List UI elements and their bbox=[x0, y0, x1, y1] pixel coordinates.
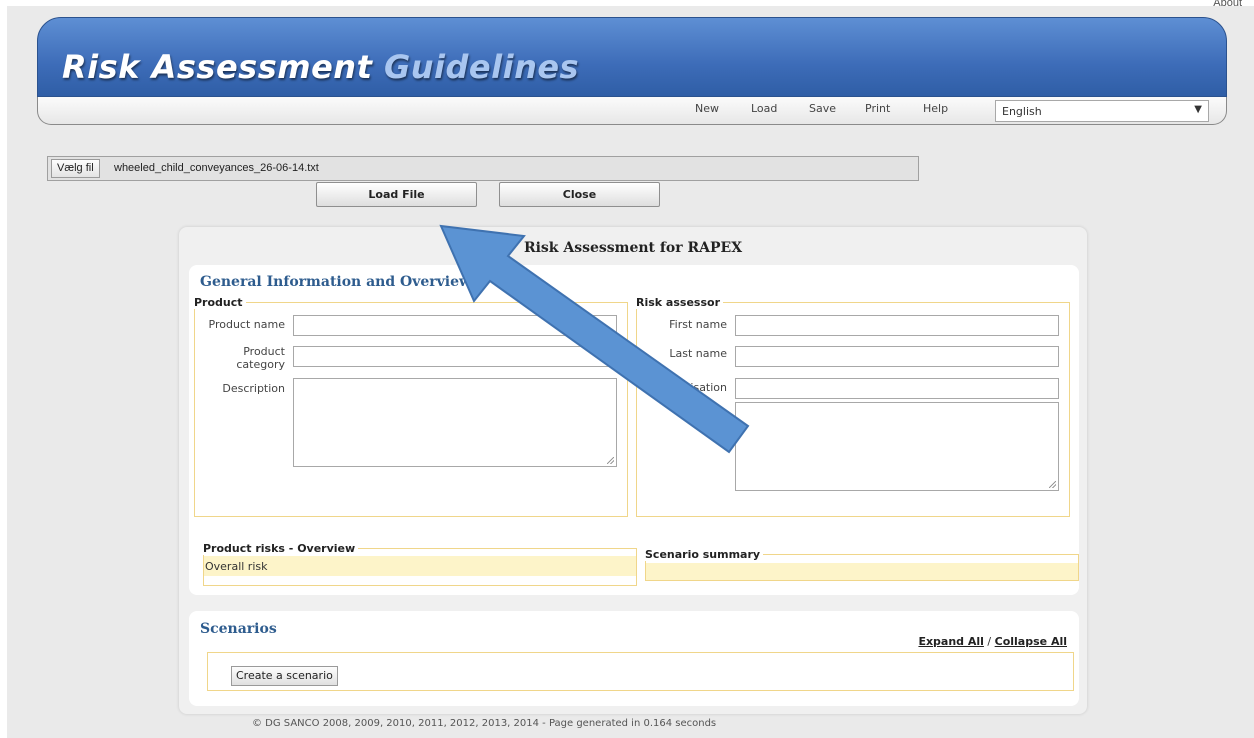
general-information-section: General Information and Overview Product… bbox=[189, 265, 1079, 595]
overall-risk-label: Overall risk bbox=[205, 560, 268, 573]
first-name-input[interactable] bbox=[735, 315, 1059, 336]
scenarios-heading: Scenarios bbox=[200, 621, 277, 637]
page-footer: © DG SANCO 2008, 2009, 2010, 2011, 2012,… bbox=[252, 718, 717, 729]
general-information-heading: General Information and Overview bbox=[200, 274, 472, 290]
chevron-down-icon: ▼ bbox=[1194, 104, 1202, 115]
scenarios-section: Scenarios Expand All / Collapse All Crea… bbox=[189, 611, 1079, 706]
description-textarea[interactable] bbox=[293, 378, 617, 467]
app-title-sub: Guidelines bbox=[384, 48, 580, 86]
menu-load[interactable]: Load bbox=[751, 102, 777, 115]
scenarios-list: Create a scenario bbox=[207, 652, 1074, 691]
close-button[interactable]: Close bbox=[499, 182, 660, 207]
assessor-details-textarea[interactable] bbox=[735, 402, 1059, 491]
product-category-input[interactable] bbox=[293, 346, 617, 367]
scenario-summary-row bbox=[646, 563, 1078, 580]
product-name-label: Product name bbox=[208, 318, 285, 331]
selected-file-name: wheeled_child_conveyances_26-06-14.txt bbox=[114, 162, 319, 174]
about-link[interactable]: About bbox=[1213, 0, 1242, 9]
risk-assessment-panel: Risk Assessment for RAPEX General Inform… bbox=[179, 227, 1087, 714]
file-input[interactable]: Vælg fil wheeled_child_conveyances_26-06… bbox=[47, 156, 919, 181]
app-title-main: Risk Assessment bbox=[62, 48, 384, 86]
risk-assessor-legend: Risk assessor bbox=[636, 296, 723, 309]
scenario-summary-fieldset: Scenario summary bbox=[645, 548, 1079, 581]
product-fieldset: Product Product name Product category De… bbox=[194, 296, 628, 517]
product-name-input[interactable] bbox=[293, 315, 617, 336]
product-risks-fieldset: Product risks - Overview Overall risk bbox=[203, 542, 637, 586]
organisation-input[interactable] bbox=[735, 378, 1059, 399]
last-name-label: Last name bbox=[669, 347, 727, 360]
app-title: Risk Assessment Guidelines bbox=[62, 48, 579, 86]
menu-bar: New Load Save Print Help English ▼ bbox=[37, 97, 1227, 125]
menu-save[interactable]: Save bbox=[809, 102, 836, 115]
risk-assessor-fieldset: Risk assessor First name Last name Organ… bbox=[636, 296, 1070, 517]
language-value: English bbox=[1002, 105, 1042, 118]
create-scenario-button[interactable]: Create a scenario bbox=[231, 666, 338, 686]
expand-collapse-links: Expand All / Collapse All bbox=[918, 635, 1067, 648]
expand-all-link[interactable]: Expand All bbox=[918, 635, 984, 648]
product-legend: Product bbox=[194, 296, 246, 309]
description-label: Description bbox=[222, 382, 285, 395]
scenario-summary-legend: Scenario summary bbox=[645, 548, 764, 561]
collapse-all-link[interactable]: Collapse All bbox=[995, 635, 1067, 648]
resize-grip-icon[interactable] bbox=[607, 457, 614, 464]
product-risks-legend: Product risks - Overview bbox=[203, 542, 359, 555]
app-banner: Risk Assessment Guidelines bbox=[37, 17, 1227, 97]
product-category-label: Product category bbox=[236, 345, 285, 371]
load-file-button[interactable]: Load File bbox=[316, 182, 477, 207]
last-name-input[interactable] bbox=[735, 346, 1059, 367]
first-name-label: First name bbox=[669, 318, 727, 331]
language-select[interactable]: English ▼ bbox=[995, 100, 1209, 122]
organisation-label: Organisation bbox=[656, 381, 727, 394]
choose-file-button[interactable]: Vælg fil bbox=[51, 159, 100, 178]
menu-print[interactable]: Print bbox=[865, 102, 890, 115]
resize-grip-icon[interactable] bbox=[1049, 481, 1056, 488]
link-separator: / bbox=[983, 635, 995, 648]
overall-risk-row: Overall risk bbox=[204, 556, 636, 576]
menu-help[interactable]: Help bbox=[923, 102, 948, 115]
page-background: About Risk Assessment Guidelines New Loa… bbox=[7, 0, 1254, 738]
menu-new[interactable]: New bbox=[695, 102, 719, 115]
panel-title: Risk Assessment for RAPEX bbox=[523, 240, 743, 256]
